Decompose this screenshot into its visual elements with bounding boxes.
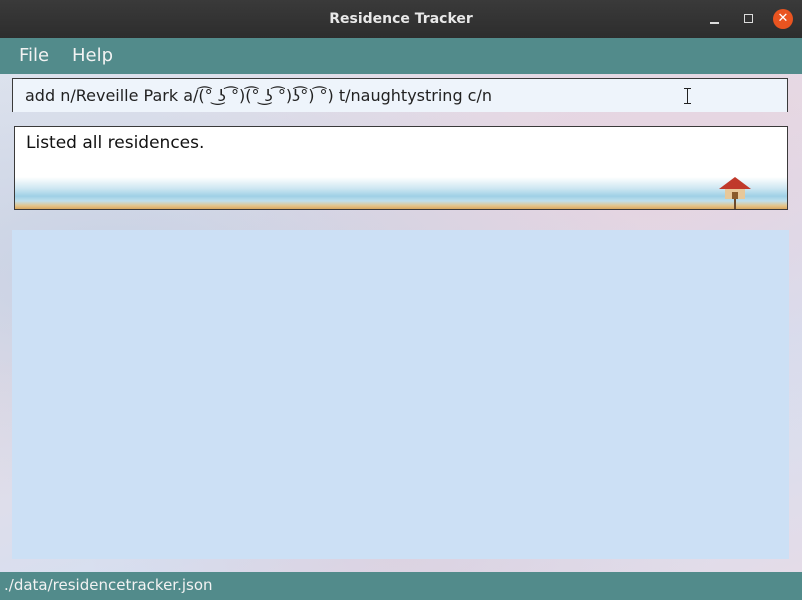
result-display: Listed all residences. [14, 126, 788, 210]
beach-hut-icon [719, 177, 751, 209]
residence-list-panel[interactable] [12, 230, 789, 559]
status-bar: ./data/residencetracker.json [0, 572, 802, 600]
text-cursor-icon [683, 88, 692, 104]
command-input[interactable]: add n/Reveille Park a/(͡° ͜ʖ ͡°)(͡° ͜ʖ ͡… [12, 78, 788, 112]
minimize-icon[interactable] [705, 9, 725, 29]
window-title: Residence Tracker [329, 11, 473, 27]
close-icon[interactable]: ✕ [773, 9, 793, 29]
data-file-path: ./data/residencetracker.json [4, 576, 213, 594]
menu-file[interactable]: File [19, 38, 49, 74]
window-title-bar[interactable]: Residence Tracker ✕ [0, 0, 802, 38]
maximize-icon[interactable] [739, 9, 759, 29]
result-message: Listed all residences. [26, 133, 205, 153]
menu-help[interactable]: Help [72, 38, 113, 74]
menu-bar: File Help [0, 38, 802, 74]
beach-illustration [15, 177, 787, 209]
command-text[interactable]: add n/Reveille Park a/(͡° ͜ʖ ͡°)(͡° ͜ʖ ͡… [25, 79, 492, 113]
